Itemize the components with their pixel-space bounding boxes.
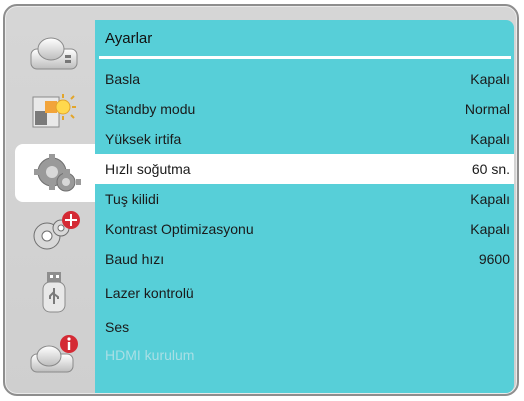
menu-item-laser-control[interactable]: Lazer kontrolü — [95, 278, 514, 308]
panel-title-label: Ayarlar — [105, 29, 153, 47]
menu-item-label: Baud hızı — [105, 251, 165, 267]
tab-information[interactable] — [13, 326, 95, 384]
projector-info-icon — [30, 335, 78, 373]
tab-settings[interactable] — [15, 144, 99, 202]
menu-item-label: Lazer kontrolü — [105, 285, 194, 301]
tab-picture[interactable] — [13, 82, 95, 140]
menu-item-label: Ses — [105, 319, 130, 335]
settings-panel: Ayarlar Basla Kapalı Standby modu Normal… — [95, 20, 514, 393]
menu-item-basla[interactable]: Basla Kapalı — [95, 64, 514, 94]
menu-item-standby-mode[interactable]: Standby modu Normal — [95, 94, 514, 124]
tab-projector[interactable] — [13, 22, 95, 80]
tab-advanced-settings[interactable] — [13, 204, 95, 262]
menu-item-label: HDMI kurulum — [105, 347, 195, 363]
menu-item-value: 9600 — [478, 251, 510, 267]
menu-item-label: Standby modu — [105, 101, 196, 117]
osd-menu-frame: Ayarlar Basla Kapalı Standby modu Normal… — [3, 4, 519, 396]
projector-icon — [30, 37, 78, 70]
menu-item-contrast-optimization[interactable]: Kontrast Optimizasyonu Kapalı — [95, 214, 514, 244]
menu-item-label: Basla — [105, 71, 141, 87]
settings-gears-icon — [34, 154, 81, 192]
menu-item-value: 60 sn. — [471, 161, 510, 177]
title-divider — [99, 56, 511, 59]
menu-item-sound[interactable]: Ses — [95, 312, 514, 342]
menu-item-label: Tuş kilidi — [105, 191, 159, 207]
menu-item-value: Normal — [464, 101, 510, 117]
menu-item-label: Kontrast Optimizasyonu — [105, 221, 254, 237]
menu-item-value: Kapalı — [470, 131, 510, 147]
menu-item-baud-rate[interactable]: Baud hızı 9600 — [95, 244, 514, 274]
picture-adjust-icon — [32, 94, 76, 128]
menu-item-key-lock[interactable]: Tuş kilidi Kapalı — [95, 184, 514, 214]
menu-item-quick-cooling[interactable]: Hızlı soğutma 60 sn. — [95, 154, 514, 184]
tab-usb[interactable] — [13, 264, 95, 322]
advanced-settings-gears-icon — [33, 211, 80, 250]
menu-item-value: Kapalı — [470, 221, 510, 237]
menu-item-label: Hızlı soğutma — [105, 161, 191, 177]
usb-icon — [42, 272, 66, 313]
menu-item-hdmi-setup: HDMI kurulum — [95, 340, 514, 370]
panel-title: Ayarlar — [95, 20, 514, 56]
menu-sidebar — [13, 20, 99, 390]
menu-item-value: Kapalı — [470, 71, 510, 87]
menu-item-label: Yüksek irtifa — [105, 131, 182, 147]
menu-item-value: Kapalı — [470, 191, 510, 207]
menu-item-high-altitude[interactable]: Yüksek irtifa Kapalı — [95, 124, 514, 154]
